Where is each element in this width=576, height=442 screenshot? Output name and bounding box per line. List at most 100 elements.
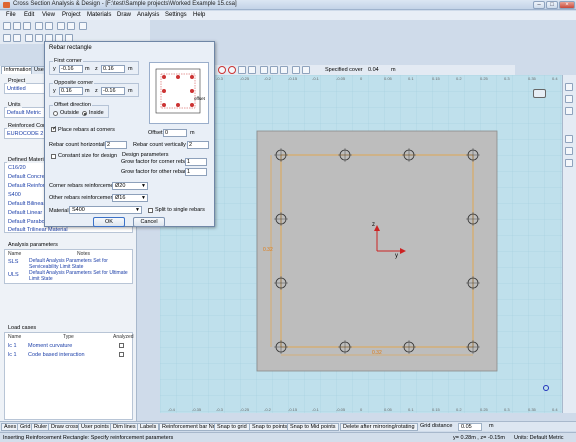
- menu-materials[interactable]: Materials: [87, 12, 111, 18]
- line-icon[interactable]: [25, 34, 33, 42]
- zoom-out-icon[interactable]: [565, 95, 573, 103]
- unit-label: m: [85, 88, 90, 94]
- split-single-rebars-checkbox[interactable]: [148, 208, 153, 213]
- close-button[interactable]: ×: [559, 1, 575, 9]
- select-icon[interactable]: [3, 34, 11, 42]
- snap-end-icon[interactable]: [238, 66, 246, 74]
- move-icon[interactable]: [260, 66, 268, 74]
- mirror-icon[interactable]: [280, 66, 288, 74]
- cancel-button[interactable]: Cancel: [133, 217, 165, 227]
- offset-input[interactable]: 0: [163, 129, 187, 137]
- project-value[interactable]: Untitled: [7, 86, 26, 93]
- ruler-tick-label: 0.35: [528, 76, 537, 81]
- maximize-button[interactable]: □: [546, 1, 558, 9]
- layer-icon[interactable]: [565, 135, 573, 143]
- toggle-snap-to-mid-points[interactable]: Snap to Mid points: [287, 423, 339, 431]
- minimize-button[interactable]: –: [533, 1, 545, 9]
- material-select[interactable]: S400 ▼: [69, 206, 142, 214]
- other-grow-input[interactable]: 1: [185, 168, 207, 176]
- material-item[interactable]: C16/20: [8, 165, 26, 172]
- dimension-label-bottom: 0.32: [372, 350, 382, 356]
- toggle-draw-cross[interactable]: Draw cross: [48, 423, 82, 431]
- undo-icon[interactable]: [35, 22, 43, 30]
- count-horizontal-input[interactable]: 2: [105, 141, 127, 149]
- camera-icon[interactable]: [533, 89, 546, 98]
- save-icon[interactable]: [23, 22, 31, 30]
- offset-direction-group: Offset direction Outside Inside: [49, 102, 109, 118]
- first-corner-y-input[interactable]: -0.16: [59, 65, 83, 73]
- first-corner-z-input[interactable]: 0.16: [101, 65, 125, 73]
- print-icon[interactable]: [79, 22, 87, 30]
- corner-grow-input[interactable]: 1: [185, 158, 207, 166]
- other-reinforcement-select[interactable]: Ø16 ▼: [112, 194, 148, 202]
- menu-file[interactable]: File: [6, 12, 16, 18]
- material-item[interactable]: S400: [8, 192, 21, 199]
- pin-icon[interactable]: [565, 147, 573, 155]
- load-case-name[interactable]: lc 1: [8, 352, 17, 359]
- zoom-in-icon[interactable]: [565, 83, 573, 91]
- toggle-snap-to-points[interactable]: Snap to points: [249, 423, 291, 431]
- scale-icon[interactable]: [292, 66, 300, 74]
- snap-mid-icon[interactable]: [248, 66, 256, 74]
- load-case-name[interactable]: lc 1: [8, 343, 17, 350]
- drawing-canvas[interactable]: -0.4-0.4-0.35-0.35-0.3-0.3-0.25-0.25-0.2…: [160, 75, 562, 413]
- polyline-icon[interactable]: [35, 34, 43, 42]
- load-case-analyzed-checkbox[interactable]: [119, 352, 124, 357]
- load-case-analyzed-checkbox[interactable]: [119, 343, 124, 348]
- y-label: y: [53, 66, 56, 72]
- redo-icon[interactable]: [45, 22, 53, 30]
- inside-radio[interactable]: [82, 111, 87, 116]
- menu-edit[interactable]: Edit: [24, 12, 34, 18]
- corner-reinforcement-select[interactable]: Ø20 ▼: [112, 182, 148, 190]
- menu-settings[interactable]: Settings: [165, 12, 187, 18]
- toggle-delete-after-mirroring[interactable]: Delete after mirroring/rotating: [340, 423, 418, 431]
- toggle-dim-lines[interactable]: Dim lines: [110, 423, 139, 431]
- toggle-user-points[interactable]: User points: [78, 423, 112, 431]
- analysis-param-name[interactable]: SLS: [8, 259, 18, 266]
- paste-icon[interactable]: [67, 22, 75, 30]
- units-indicator: Units: Default Metric: [514, 435, 564, 441]
- title-bar: Cross Section Analysis & Design - [F:\te…: [0, 0, 576, 10]
- toggle-snap-to-grid[interactable]: Snap to grid: [214, 423, 250, 431]
- count-vertical-input[interactable]: 2: [187, 141, 209, 149]
- ruler-tick-label: 0.15: [432, 407, 441, 412]
- menu-project[interactable]: Project: [62, 12, 81, 18]
- toggle-labels[interactable]: Labels: [137, 423, 160, 431]
- constant-size-checkbox[interactable]: [51, 154, 56, 159]
- ok-button[interactable]: OK: [93, 217, 125, 227]
- toggle-reinforcement-bar-nr[interactable]: Reinforcement bar Nr.: [159, 423, 219, 431]
- status-message: Inserting Reinforcement Rectangle: Speci…: [3, 435, 174, 441]
- opposite-corner-y-input[interactable]: 0.16: [59, 87, 83, 95]
- app-icon: [3, 2, 10, 8]
- snap-circle-icon[interactable]: [218, 66, 226, 74]
- menu-draw[interactable]: Draw: [117, 12, 131, 18]
- ruler-tick-label: -0.2: [264, 407, 272, 412]
- grid-icon[interactable]: [13, 34, 21, 42]
- constant-size-label: Constant size for design: [58, 153, 118, 159]
- analysis-param-name[interactable]: ULS: [8, 272, 19, 279]
- rc-value[interactable]: EUROCODE 2: [7, 131, 43, 138]
- grid-distance-input[interactable]: 0.05: [458, 423, 482, 431]
- snap-center-icon[interactable]: [228, 66, 236, 74]
- ruler-tick-label: -0.1: [312, 407, 320, 412]
- menu-analysis[interactable]: Analysis: [137, 12, 159, 18]
- open-icon[interactable]: [13, 22, 21, 30]
- opposite-corner-z-input[interactable]: -0.16: [101, 87, 125, 95]
- specified-cover-value[interactable]: 0.04: [368, 67, 379, 73]
- zoom-extents-icon[interactable]: [565, 107, 573, 115]
- copy-icon[interactable]: [57, 22, 65, 30]
- tab-information[interactable]: Information: [1, 66, 35, 74]
- outside-radio[interactable]: [53, 111, 58, 116]
- ruler-tick-label: -0.3: [216, 76, 224, 81]
- material-item[interactable]: Default Trilinear Material: [8, 227, 68, 234]
- specified-cover-label: Specified cover: [325, 67, 363, 73]
- rotate-icon[interactable]: [270, 66, 278, 74]
- pan-icon[interactable]: [302, 66, 310, 74]
- preview-svg: [155, 68, 201, 114]
- grid-distance-unit: m: [489, 423, 494, 429]
- measure-icon[interactable]: [565, 159, 573, 167]
- new-icon[interactable]: [3, 22, 11, 30]
- menu-help[interactable]: Help: [193, 12, 205, 18]
- menu-view[interactable]: View: [42, 12, 55, 18]
- units-value[interactable]: Default Metric: [7, 110, 41, 117]
